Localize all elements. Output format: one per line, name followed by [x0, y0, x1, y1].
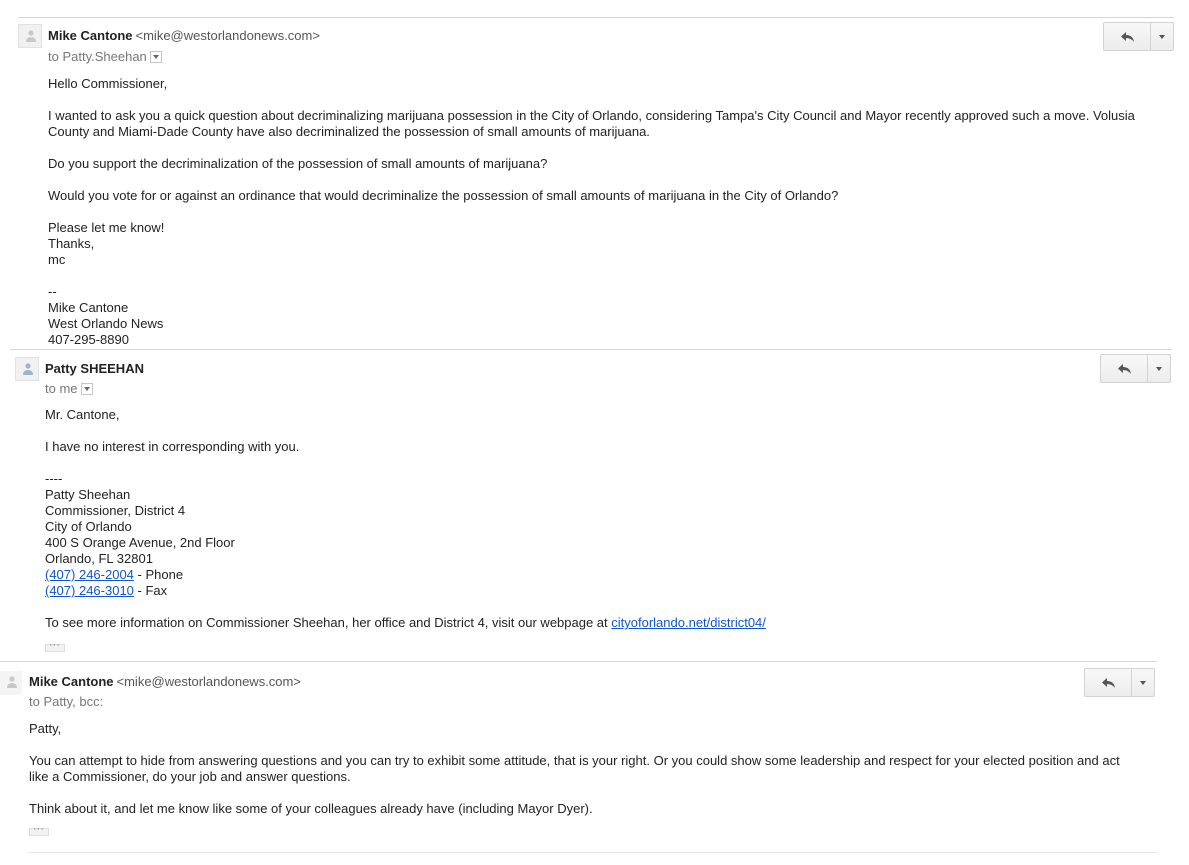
sender-name[interactable]: Mike Cantone — [29, 674, 114, 689]
message-body: Mr. Cantone, I have no interest in corre… — [45, 407, 1145, 631]
recipients: to Patty, bcc: — [29, 694, 103, 709]
show-details-icon[interactable] — [149, 50, 162, 63]
phone-line: (407) 246-2004 - Phone — [45, 567, 1145, 583]
reply-icon — [1118, 364, 1131, 374]
more-options-button[interactable] — [1131, 668, 1155, 697]
body-line: Thanks, — [48, 236, 95, 251]
signature-phone: 407-295-8890 — [48, 332, 129, 347]
signature-address-1: 400 S Orange Avenue, 2nd Floor — [45, 535, 235, 550]
more-options-button[interactable] — [1150, 22, 1174, 51]
message-2: Patty SHEEHAN to me Mr. Cantone, I have … — [0, 349, 1189, 662]
info-text: To see more information on Commissioner … — [45, 615, 612, 630]
recipients-text: to Patty, bcc: — [29, 694, 104, 709]
signature-name: Mike Cantone — [48, 300, 129, 315]
body-line: mc — [48, 252, 66, 267]
signature-name: Patty Sheehan — [45, 487, 131, 502]
body-line: Do you support the decriminalization of … — [48, 156, 548, 171]
body-line: Hello Commissioner, — [48, 76, 168, 91]
recipients-text: to me — [45, 381, 78, 396]
message-actions — [1103, 22, 1174, 51]
body-paragraph: Think about it, and let me know like som… — [29, 801, 593, 816]
greeting: Mr. Cantone, — [45, 407, 120, 422]
message-actions — [1084, 668, 1155, 697]
person-icon — [15, 357, 39, 381]
message-body: Hello Commissioner, I wanted to ask you … — [48, 76, 1148, 348]
message-actions — [1100, 354, 1171, 383]
body-line: Please let me know! — [48, 220, 165, 235]
phone-link[interactable]: (407) 246-2004 — [45, 567, 134, 582]
sender-email: <mike@westorlandonews.com> — [135, 28, 320, 43]
fax-line: (407) 246-3010 - Fax — [45, 583, 1145, 599]
message-body: Patty, You can attempt to hide from answ… — [29, 721, 1139, 817]
message-divider — [18, 17, 1174, 18]
message-3: Mike Cantone <mike@westorlandonews.com> t… — [0, 661, 1189, 865]
message-divider — [29, 852, 1157, 853]
show-trimmed-content-button[interactable] — [45, 639, 65, 652]
reply-button[interactable] — [1103, 22, 1151, 51]
show-trimmed-content-button[interactable] — [29, 823, 49, 836]
sender[interactable]: Mike Cantone <mike@westorlandonews.com> — [29, 674, 301, 689]
message-divider — [0, 661, 1157, 662]
signature-org: City of Orlando — [45, 519, 132, 534]
signature-org: West Orlando News — [48, 316, 164, 331]
reply-button[interactable] — [1100, 354, 1148, 383]
signature-separator: ---- — [45, 471, 63, 486]
recipients: to Patty.Sheehan — [48, 49, 162, 64]
show-details-icon[interactable] — [80, 382, 93, 395]
signature-address-2: Orlando, FL 32801 — [45, 551, 153, 566]
person-icon — [0, 671, 22, 695]
signature-title: Commissioner, District 4 — [45, 503, 186, 518]
person-icon — [18, 24, 42, 48]
fax-link[interactable]: (407) 246-3010 — [45, 583, 134, 598]
sender-name[interactable]: Mike Cantone — [48, 28, 133, 43]
recipients: to me — [45, 381, 93, 396]
body-line: I wanted to ask you a quick question abo… — [48, 108, 1135, 139]
district-webpage-link[interactable]: cityoforlando.net/district04/ — [611, 615, 766, 630]
reply-button[interactable] — [1084, 668, 1132, 697]
reply-icon — [1102, 678, 1115, 688]
info-line: To see more information on Commissioner … — [45, 615, 1145, 631]
message-divider — [10, 349, 1172, 350]
phone-label: - Phone — [133, 567, 184, 582]
body-line: Would you vote for or against an ordinan… — [48, 188, 839, 203]
body-paragraph: You can attempt to hide from answering q… — [29, 753, 1120, 784]
body-line: I have no interest in corresponding with… — [45, 439, 300, 454]
sender[interactable]: Patty SHEEHAN — [45, 361, 144, 376]
more-options-button[interactable] — [1147, 354, 1171, 383]
greeting: Patty, — [29, 721, 62, 736]
sender[interactable]: Mike Cantone <mike@westorlandonews.com> — [48, 28, 320, 43]
fax-label: - Fax — [133, 583, 168, 598]
sender-email: <mike@westorlandonews.com> — [116, 674, 301, 689]
message-1: Mike Cantone <mike@westorlandonews.com> t… — [0, 0, 1189, 350]
sender-name[interactable]: Patty SHEEHAN — [45, 361, 144, 376]
signature-separator: -- — [48, 284, 57, 299]
recipients-text: to Patty.Sheehan — [48, 49, 147, 64]
reply-icon — [1121, 32, 1134, 42]
